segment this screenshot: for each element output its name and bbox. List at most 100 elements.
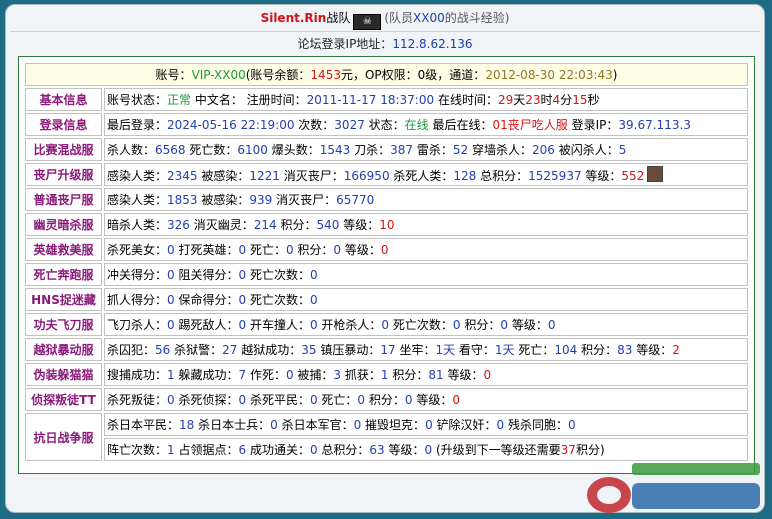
stat-label: 穿墙杀人：	[468, 143, 532, 157]
stat-value: 326	[167, 218, 190, 232]
stat-value: 0	[568, 418, 576, 432]
stat-label: 杀日本平民：	[107, 418, 180, 432]
stat-label: 被感染：	[197, 193, 250, 207]
stat-label: 坐牢：	[395, 343, 436, 357]
stat-value: 6100	[237, 143, 268, 157]
stat-label: 镇压暴动：	[316, 343, 381, 357]
stats-panel: Silent.Rin战队 ☠ (队员XX00的战斗经验) 论坛登录IP地址：112.…	[5, 4, 765, 513]
member-caption: (队员XX00的战斗经验)	[384, 11, 510, 25]
stat-value: 0	[238, 393, 247, 407]
table-row: 功夫飞刀服 飞刀杀人：0 踢死敌人：0 开车撞人：0 开枪杀人：0 死亡次数：0 …	[25, 313, 748, 336]
stat-value: 0	[285, 243, 294, 257]
stat-value: 0	[309, 293, 318, 307]
stat-value: 0	[270, 418, 278, 432]
stat-label: 等级：	[384, 443, 425, 457]
table-row: 幽灵暗杀服 暗杀人类：326 消灭幽灵：214 积分：540 等级：10	[25, 213, 748, 236]
stat-label: 抓获：	[341, 368, 381, 382]
stat-label: 冲关得分：	[107, 268, 168, 282]
stat-label: 占领据点：	[174, 443, 239, 457]
stat-label: 阻关得分：	[174, 268, 239, 282]
stat-value: 0	[238, 318, 247, 332]
stat-value: 0	[167, 318, 175, 332]
row-values: 账号状态：正常 中文名： 注册时间：2011-11-17 18:37:00 在线…	[104, 88, 748, 111]
stat-value: 0	[381, 318, 390, 332]
stat-label: 杀死侦探：	[174, 393, 239, 407]
row-values: 杀囚犯：56 杀狱警：27 越狱成功：35 镇压暴动：17 坐牢：1天 看守：1…	[104, 338, 748, 361]
stat-value: 0	[167, 393, 175, 407]
stat-label: 杀死美女：	[107, 243, 168, 257]
row-values: 暗杀人类：326 消灭幽灵：214 积分：540 等级：10	[104, 213, 748, 236]
stat-value: 1221	[249, 168, 280, 183]
account-summary: 账号：VIP-XX00(账号余额：1453元，OP权限：0级，通道：2012-0…	[25, 63, 748, 86]
stat-value: 0	[167, 268, 175, 282]
stat-label: 死亡次数：	[246, 268, 310, 282]
stat-label: 积分：	[293, 243, 334, 257]
row-label: 基本信息	[25, 88, 102, 111]
row-label: 越狱暴动服	[25, 338, 102, 361]
stat-label: 积分：	[388, 368, 429, 382]
stat-label: 死亡：	[317, 393, 358, 407]
stat-value: 81	[428, 368, 444, 382]
row-values: 感染人类：1853 被感染：939 消灭丧尸：65770	[104, 188, 748, 211]
stat-value: 939	[249, 193, 273, 207]
stat-label: 杀死人类：	[389, 168, 454, 183]
stats-table: 账号：VIP-XX00(账号余额：1453元，OP权限：0级，通道：2012-0…	[23, 61, 750, 463]
stat-value: 1543	[319, 143, 351, 157]
row-values: 感染人类：2345 被感染：1221 消灭丧尸：166950 杀死人类：128 …	[104, 163, 748, 186]
stat-value: 63	[369, 443, 385, 457]
stat-value: 1	[167, 368, 175, 382]
table-row: 登录信息 最后登录：2024-05-16 22:19:00 次数：3027 状态…	[25, 113, 748, 136]
table-row: HNS捉迷藏 抓人得分：0 保命得分：0 死亡次数：0	[25, 288, 748, 311]
stat-label: 杀死平民：	[246, 393, 310, 407]
row-label: 伪装躲猫猫	[25, 363, 102, 386]
table-row: 丧尸升级服 感染人类：2345 被感染：1221 消灭丧尸：166950 杀死人类…	[25, 163, 748, 186]
stat-value: 0	[357, 393, 366, 407]
stat-label: 残杀同胞：	[504, 418, 568, 432]
stat-label: 杀日本军官：	[277, 418, 354, 432]
stat-value: 104	[554, 343, 578, 357]
stat-value: 0	[238, 243, 247, 257]
stat-label: 被感染：	[197, 168, 250, 183]
stat-label: 抓人得分：	[107, 293, 168, 307]
stat-value: 1525937	[528, 168, 582, 183]
stat-value: 0	[547, 318, 556, 332]
stat-value: 56	[155, 343, 171, 357]
pirate-flag-icon: ☠	[353, 14, 382, 30]
stat-label: 看守：	[455, 343, 495, 357]
rank-avatar-icon	[647, 165, 664, 182]
table-row: 越狱暴动服 杀囚犯：56 杀狱警：27 越狱成功：35 镇压暴动：17 坐牢：1天…	[25, 338, 748, 361]
stat-value: 6568	[155, 143, 186, 157]
stat-value: 128	[453, 168, 477, 183]
row-values: 杀死叛徒：0 杀死侦探：0 杀死平民：0 死亡：0 积分：0 等级：0	[104, 388, 748, 411]
stat-label: 死亡：	[246, 243, 286, 257]
team-name[interactable]: Silent.Rin	[261, 11, 327, 25]
stat-label: 消灭幽灵：	[189, 218, 254, 232]
title-divider	[10, 31, 760, 32]
stat-value: 5	[618, 143, 627, 157]
stat-label: 被捕：	[293, 368, 334, 382]
stat-label: 感染人类：	[107, 193, 168, 207]
table-row: 伪装躲猫猫 搜捕成功：1 躲藏成功：7 作死：0 被捕：3 抓获：1 积分：81 …	[25, 363, 748, 386]
stat-value: 35	[301, 343, 317, 357]
stat-value: 0	[309, 393, 318, 407]
forum-ip-line: 论坛登录IP地址：112.8.62.136	[297, 37, 473, 51]
stat-value: 0	[404, 393, 413, 407]
level-value: 10	[379, 218, 395, 232]
stat-label: 保命得分：	[174, 293, 239, 307]
stat-label: 等级：	[443, 368, 484, 382]
panel-title: Silent.Rin战队 ☠ (队员XX00的战斗经验)	[6, 5, 764, 31]
level-value: 0	[483, 368, 492, 382]
stat-value: 0	[500, 318, 508, 332]
row-label: HNS捉迷藏	[25, 288, 102, 311]
table-row: 英雄救美服 杀死美女：0 打死英雄：0 死亡：0 积分：0 等级：0	[25, 238, 748, 261]
stat-value: 52	[452, 143, 469, 157]
level-value: 2	[672, 343, 680, 357]
row-label: 抗日战争服	[25, 413, 102, 461]
row-values: 飞刀杀人：0 踢死敌人：0 开车撞人：0 开枪杀人：0 死亡次数：0 积分：0 …	[104, 313, 748, 336]
stat-label: 成功通关：	[246, 443, 310, 457]
stat-label: 等级：	[339, 218, 380, 232]
stat-label: 铲除汉奸：	[432, 418, 497, 432]
stat-value: 18	[179, 418, 195, 432]
table-row: 抗日战争服 杀日本平民：18 杀日本士兵：0 杀日本军官：0 摧毁坦克：0 铲除…	[25, 413, 748, 461]
stat-value: 540	[316, 218, 340, 232]
